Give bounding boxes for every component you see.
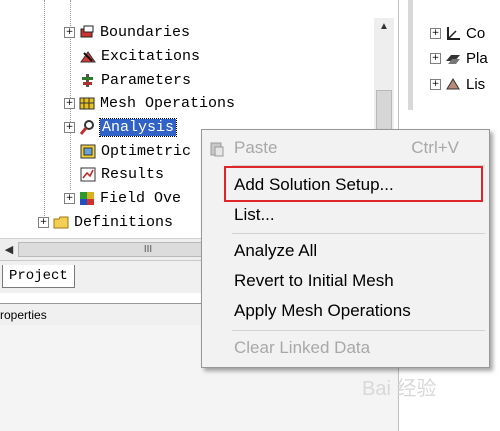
tree-item-analysis[interactable]: + Analysis bbox=[64, 116, 178, 138]
right-item-planes[interactable]: + Pla bbox=[430, 47, 488, 69]
planes-icon bbox=[445, 51, 461, 66]
excitations-icon bbox=[80, 49, 96, 64]
menu-item-label: Clear Linked Data bbox=[234, 338, 371, 357]
expand-icon[interactable]: + bbox=[64, 121, 75, 133]
expand-icon[interactable]: + bbox=[64, 26, 75, 38]
expand-icon[interactable]: + bbox=[64, 97, 75, 109]
tree-item-label: Parameters bbox=[101, 71, 192, 89]
optimetrics-icon bbox=[80, 144, 96, 159]
tree-item-label: Mesh Operations bbox=[100, 94, 236, 112]
menu-item-shortcut: Ctrl+V bbox=[411, 138, 459, 157]
tree-item-results[interactable]: Results bbox=[80, 163, 164, 185]
right-item-label: Co bbox=[466, 24, 486, 42]
highlight-annotation-box bbox=[224, 166, 483, 202]
menu-item-list[interactable]: List... bbox=[202, 200, 489, 230]
menu-item-label: Apply Mesh Operations bbox=[234, 301, 411, 320]
right-item-label: Pla bbox=[466, 49, 488, 67]
tree-item-label: Analysis bbox=[98, 117, 178, 137]
scroll-up-icon[interactable]: ▲ bbox=[376, 18, 392, 36]
menu-separator bbox=[232, 330, 485, 331]
expand-icon[interactable]: + bbox=[430, 78, 441, 90]
tree-line bbox=[44, 0, 45, 222]
properties-title: roperties bbox=[0, 308, 47, 322]
menu-item-clear-linked-data[interactable]: Clear Linked Data bbox=[202, 333, 489, 363]
tree-item-label: Field Ove bbox=[100, 189, 182, 207]
watermark: Bai 经验 bbox=[362, 372, 492, 422]
right-item-label: Lis bbox=[466, 75, 486, 93]
expand-icon[interactable]: + bbox=[430, 52, 441, 64]
tree-item-label: Excitations bbox=[101, 47, 201, 65]
mesh-operations-icon bbox=[79, 96, 95, 111]
scroll-left-icon[interactable]: ◀ bbox=[0, 239, 18, 261]
tree-item-label: Boundaries bbox=[100, 23, 191, 41]
menu-item-revert-initial-mesh[interactable]: Revert to Initial Mesh bbox=[202, 266, 489, 296]
lists-icon bbox=[445, 77, 461, 92]
tree-item-mesh-operations[interactable]: + Mesh Operations bbox=[64, 92, 235, 114]
right-item-coordinate-systems[interactable]: + Co bbox=[430, 22, 485, 44]
menu-item-label: Analyze All bbox=[234, 241, 318, 260]
expand-icon[interactable]: + bbox=[64, 192, 75, 204]
expand-icon[interactable]: + bbox=[430, 27, 441, 39]
menu-item-label: Revert to Initial Mesh bbox=[234, 271, 394, 290]
menu-item-label: List... bbox=[234, 205, 275, 224]
folder-icon bbox=[53, 215, 69, 230]
tree-item-excitations[interactable]: Excitations bbox=[80, 45, 200, 67]
menu-item-paste[interactable]: Paste Ctrl+V bbox=[202, 133, 489, 163]
analysis-icon bbox=[79, 119, 95, 135]
field-overlays-icon bbox=[79, 191, 95, 206]
menu-separator bbox=[232, 233, 485, 234]
tree-item-label: Results bbox=[101, 165, 165, 183]
right-item-lists[interactable]: + Lis bbox=[430, 73, 485, 95]
tree-item-optimetrics[interactable]: Optimetric bbox=[80, 140, 191, 162]
tree-item-label: Optimetric bbox=[101, 142, 192, 160]
expand-icon[interactable]: + bbox=[38, 216, 49, 228]
menu-item-label: Paste bbox=[234, 138, 278, 157]
tree-item-parameters[interactable]: Parameters bbox=[80, 69, 191, 91]
context-menu: Paste Ctrl+V Add Solution Setup... List.… bbox=[201, 129, 490, 368]
watermark-text: Bai 经验 bbox=[362, 378, 437, 400]
menu-item-analyze-all[interactable]: Analyze All bbox=[202, 236, 489, 266]
results-icon bbox=[80, 167, 96, 182]
menu-item-apply-mesh-operations[interactable]: Apply Mesh Operations bbox=[202, 296, 489, 326]
parameters-icon bbox=[80, 73, 96, 88]
tree-item-field-overlays[interactable]: + Field Ove bbox=[64, 187, 181, 209]
coordinate-system-icon bbox=[445, 26, 461, 41]
paste-icon bbox=[209, 141, 225, 162]
boundaries-icon bbox=[79, 25, 95, 40]
tree-item-boundaries[interactable]: + Boundaries bbox=[64, 21, 190, 43]
tree-item-definitions[interactable]: + Definitions bbox=[38, 211, 173, 233]
tree-item-label: Definitions bbox=[74, 213, 174, 231]
tab-project[interactable]: Project bbox=[2, 265, 75, 288]
panel-splitter[interactable] bbox=[408, 0, 413, 110]
